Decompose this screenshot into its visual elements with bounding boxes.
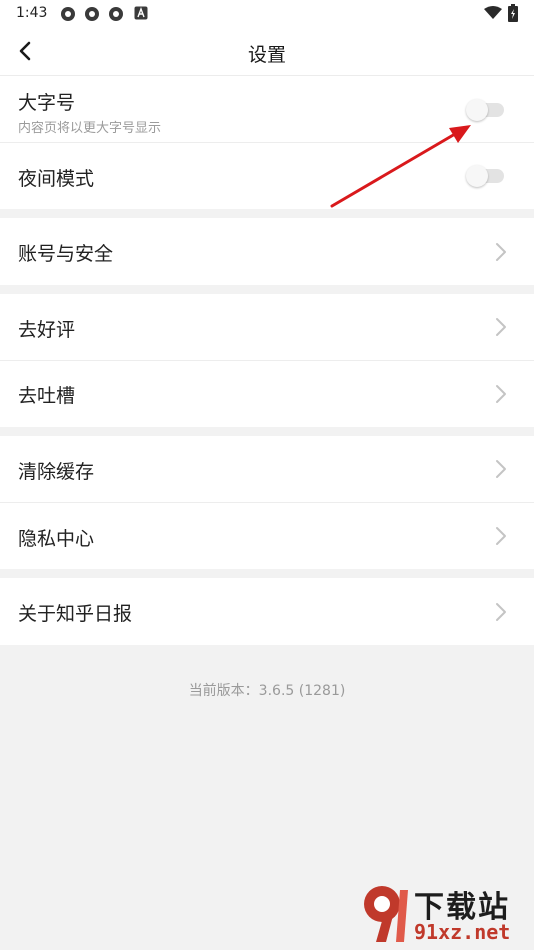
chevron-right-icon (496, 385, 506, 403)
version-text: 当前版本：3.6.5 (1281) (188, 683, 346, 699)
annotation-arrow-icon (330, 125, 471, 208)
chevron-right-icon (496, 527, 506, 545)
about-app-label: 关于知乎日报 (18, 603, 133, 625)
feedback-group: 去好评 去吐槽 (0, 294, 534, 427)
gear-notification-icon (109, 7, 123, 21)
status-bar: 1:43 (0, 0, 534, 28)
a-notification-icon (134, 6, 148, 20)
complain-row[interactable]: 去吐槽 (0, 360, 534, 427)
rate-app-label: 去好评 (18, 319, 76, 341)
battery-icon (508, 4, 518, 22)
gear-notification-icon (61, 7, 75, 21)
large-font-toggle[interactable] (466, 99, 504, 121)
toggle-knob (466, 99, 488, 121)
account-group: 账号与安全 (0, 218, 534, 285)
complain-label: 去吐槽 (18, 385, 76, 407)
large-font-label: 大字号 (18, 92, 76, 114)
clear-cache-label: 清除缓存 (18, 461, 95, 483)
privacy-group: 清除缓存 隐私中心 (0, 436, 534, 569)
account-security-label: 账号与安全 (18, 243, 114, 265)
chevron-right-icon (496, 318, 506, 336)
top-app-bar: 设置 (0, 28, 534, 76)
rate-app-row[interactable]: 去好评 (0, 294, 534, 360)
privacy-center-label: 隐私中心 (18, 528, 95, 550)
watermark: 下载站 91xz.net (360, 882, 530, 946)
chevron-right-icon (496, 243, 506, 261)
large-font-description: 内容页将以更大字号显示 (18, 121, 162, 136)
page-title: 设置 (247, 44, 286, 66)
night-mode-label: 夜间模式 (18, 168, 95, 190)
clear-cache-row[interactable]: 清除缓存 (0, 436, 534, 502)
privacy-center-row[interactable]: 隐私中心 (0, 502, 534, 569)
status-time: 1:43 (16, 5, 48, 21)
gear-notification-icon (85, 7, 99, 21)
about-group: 关于知乎日报 (0, 578, 534, 645)
watermark-url-text: 91xz.net (414, 920, 511, 944)
chevron-right-icon (496, 460, 506, 478)
wifi-icon (484, 6, 502, 19)
account-security-row[interactable]: 账号与安全 (0, 218, 534, 285)
about-app-row[interactable]: 关于知乎日报 (0, 578, 534, 645)
watermark-logo-icon (364, 886, 408, 942)
chevron-right-icon (496, 603, 506, 621)
